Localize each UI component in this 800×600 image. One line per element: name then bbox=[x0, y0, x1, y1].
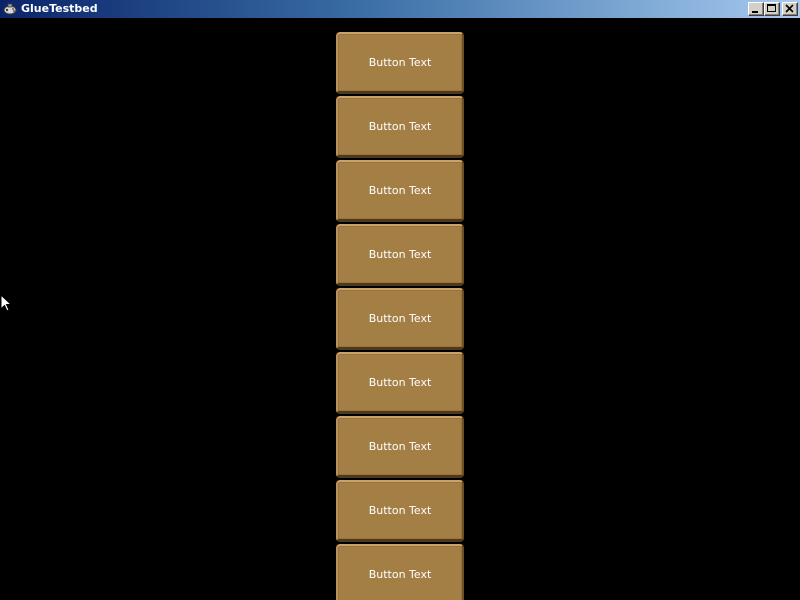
game-button-1[interactable]: Button Text bbox=[336, 32, 464, 94]
app-window: GlueTestbed Button Text Button Text Butt… bbox=[0, 0, 800, 600]
minimize-icon bbox=[752, 11, 758, 13]
canvas-area: Button Text Button Text Button Text Butt… bbox=[0, 18, 800, 600]
game-button-9[interactable]: Button Text bbox=[336, 544, 464, 600]
game-button-7[interactable]: Button Text bbox=[336, 416, 464, 478]
game-button-4[interactable]: Button Text bbox=[336, 224, 464, 286]
game-button-3[interactable]: Button Text bbox=[336, 160, 464, 222]
mouse-cursor-icon bbox=[0, 294, 12, 312]
button-label: Button Text bbox=[368, 376, 432, 389]
maximize-icon bbox=[767, 4, 776, 12]
maximize-button[interactable] bbox=[764, 2, 780, 16]
button-label: Button Text bbox=[368, 56, 432, 69]
button-label: Button Text bbox=[368, 568, 432, 581]
game-button-2[interactable]: Button Text bbox=[336, 96, 464, 158]
close-button[interactable] bbox=[782, 2, 798, 16]
gamepad-icon[interactable] bbox=[2, 1, 18, 17]
window-title: GlueTestbed bbox=[21, 2, 98, 15]
game-button-8[interactable]: Button Text bbox=[336, 480, 464, 542]
button-label: Button Text bbox=[368, 184, 432, 197]
button-label: Button Text bbox=[368, 312, 432, 325]
button-label: Button Text bbox=[368, 440, 432, 453]
button-label: Button Text bbox=[368, 504, 432, 517]
close-icon bbox=[785, 4, 794, 13]
minimize-button[interactable] bbox=[748, 2, 764, 16]
game-button-5[interactable]: Button Text bbox=[336, 288, 464, 350]
game-button-6[interactable]: Button Text bbox=[336, 352, 464, 414]
button-label: Button Text bbox=[368, 248, 432, 261]
button-label: Button Text bbox=[368, 120, 432, 133]
title-bar[interactable]: GlueTestbed bbox=[0, 0, 800, 18]
